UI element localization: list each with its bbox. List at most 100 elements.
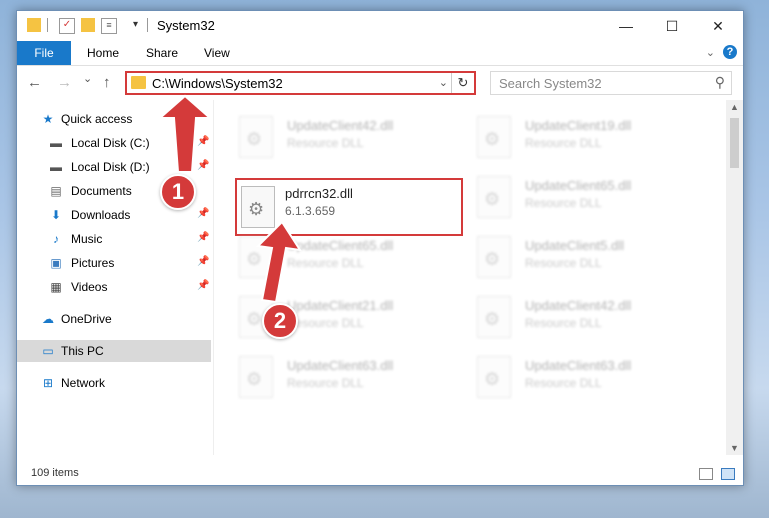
sidebar-item-label: Music [71,232,103,246]
dll-file-icon: ⚙ [477,176,511,218]
file-explorer-window: ✓ ≡ ▾ System32 — ☐ ✕ File Home Share Vie… [16,10,744,486]
file-description: Resource DLL [525,376,602,390]
sidebar-item-onedrive[interactable]: ☁ OneDrive [17,308,211,330]
back-button[interactable]: ← [27,74,42,91]
sidebar-item-this-pc[interactable]: ▭ This PC [17,340,211,362]
file-item[interactable]: ⚙ UpdateClient63.dll Resource DLL [453,354,683,404]
star-icon: ★ [42,112,54,126]
file-tab[interactable]: File [17,41,71,65]
customize-toolbar-icon[interactable]: ≡ [101,18,117,34]
file-name: UpdateClient63.dll [287,358,394,373]
file-description: Resource DLL [287,376,364,390]
search-box[interactable]: Search System32 ⚲ [490,71,732,95]
file-list: ⚙ UpdateClient42.dll Resource DLL ⚙ Upda… [215,100,727,455]
pictures-icon: ▣ [50,256,62,270]
dll-file-icon: ⚙ [239,236,273,278]
help-icon[interactable]: ? [723,45,737,59]
search-icon: ⚲ [714,74,725,90]
minimize-button[interactable]: — [603,11,649,41]
file-name: pdrrcn32.dll [285,186,353,201]
step-marker-1: 1 [160,174,196,210]
file-item-pdrrcn32[interactable]: ⚙ pdrrcn32.dll 6.1.3.659 [235,178,463,236]
sidebar-item-label: OneDrive [61,312,112,326]
file-name: UpdateClient65.dll [287,238,394,253]
file-name: UpdateClient42.dll [525,298,632,313]
sidebar-item-label: Downloads [71,208,131,222]
close-button[interactable]: ✕ [695,11,741,41]
address-bar[interactable]: C:\Windows\System32 ⌄ ↻ [125,71,476,95]
dll-file-icon: ⚙ [477,296,511,338]
status-bar: 109 items [17,463,743,485]
maximize-button[interactable]: ☐ [649,11,695,41]
sidebar-item-label: Local Disk (C:) [71,136,150,150]
file-item[interactable]: ⚙ UpdateClient65.dll Resource DLL [453,174,683,224]
pin-icon[interactable]: 📌 [197,256,209,267]
computer-icon: ▭ [42,344,54,358]
sidebar-item-label: Pictures [71,256,115,270]
file-item[interactable]: ⚙ UpdateClient21.dll Resource DLL [215,294,445,344]
refresh-button[interactable]: ↻ [451,73,474,93]
pin-icon[interactable]: 📌 [197,280,209,291]
tab-home[interactable]: Home [87,46,119,60]
step-marker-2: 2 [262,303,298,339]
ribbon: File Home Share View ⌄ ? [17,41,743,66]
scroll-up-icon[interactable]: ▲ [726,102,743,112]
file-item[interactable]: ⚙ UpdateClient65.dll Resource DLL [215,234,445,284]
drive-icon: ▬ [50,136,62,150]
pin-icon[interactable]: 📌 [197,232,209,243]
sidebar-item-label: Videos [71,280,108,294]
properties-icon[interactable]: ✓ [59,18,75,34]
details-view-icon[interactable] [699,468,713,480]
chevron-down-icon[interactable]: ▾ [133,18,147,32]
file-name: UpdateClient21.dll [287,298,394,313]
file-item[interactable]: ⚙ UpdateClient42.dll Resource DLL [453,294,683,344]
pin-icon[interactable]: 📌 [197,208,209,219]
file-item[interactable]: ⚙ UpdateClient63.dll Resource DLL [215,354,445,404]
videos-icon: ▦ [50,280,62,294]
navigation-pane: ★ Quick access ▬ Local Disk (C:) 📌 ▬ Loc… [17,100,214,455]
expand-ribbon-icon[interactable]: ⌄ [706,46,715,59]
pin-icon[interactable]: 📌 [197,160,209,171]
sidebar-item-videos[interactable]: ▦ Videos 📌 [17,276,211,298]
download-icon: ⬇ [50,208,62,222]
title-bar: ✓ ≡ ▾ System32 — ☐ ✕ [17,11,743,41]
dll-file-icon: ⚙ [239,116,273,158]
search-input[interactable]: Search System32 [499,76,602,91]
large-icons-view-icon[interactable] [721,468,735,480]
folder-icon [27,18,41,32]
sidebar-item-network[interactable]: ⊞ Network [17,372,211,394]
tab-share[interactable]: Share [146,46,178,60]
file-name: UpdateClient5.dll [525,238,625,253]
forward-button[interactable]: → [57,74,72,91]
sidebar-item-label: This PC [61,344,104,358]
separator [147,18,149,32]
scroll-down-icon[interactable]: ▼ [726,443,743,453]
sidebar-item-label: Quick access [61,112,133,126]
file-description: Resource DLL [525,316,602,330]
tab-view[interactable]: View [204,46,230,60]
address-path[interactable]: C:\Windows\System32 [152,76,283,91]
sidebar-item-label: Local Disk (D:) [71,160,150,174]
sidebar-item-local-disk-c[interactable]: ▬ Local Disk (C:) 📌 [17,132,211,154]
sidebar-item-music[interactable]: ♪ Music 📌 [17,228,211,250]
up-button[interactable]: ↑ [103,74,111,91]
file-name: UpdateClient42.dll [287,118,394,133]
dll-file-icon: ⚙ [477,116,511,158]
chevron-down-icon[interactable]: ⌄ [439,76,448,89]
recent-locations-button[interactable]: ⌄ [83,72,92,85]
file-name: UpdateClient19.dll [525,118,632,133]
vertical-scrollbar[interactable]: ▲ ▼ [726,100,743,455]
scroll-thumb[interactable] [730,118,739,168]
item-count: 109 items [31,467,79,479]
file-item[interactable]: ⚙ UpdateClient5.dll Resource DLL [453,234,683,284]
file-description: Resource DLL [287,316,364,330]
drive-icon: ▬ [50,160,62,174]
sidebar-item-pictures[interactable]: ▣ Pictures 📌 [17,252,211,274]
file-item[interactable]: ⚙ UpdateClient42.dll Resource DLL [215,114,445,164]
dll-file-icon: ⚙ [241,186,275,228]
pin-icon[interactable]: 📌 [197,136,209,147]
file-item[interactable]: ⚙ UpdateClient19.dll Resource DLL [453,114,683,164]
sidebar-item-quick-access[interactable]: ★ Quick access [17,108,211,130]
new-folder-icon[interactable] [81,18,95,32]
sidebar-item-label: Documents [71,184,132,198]
